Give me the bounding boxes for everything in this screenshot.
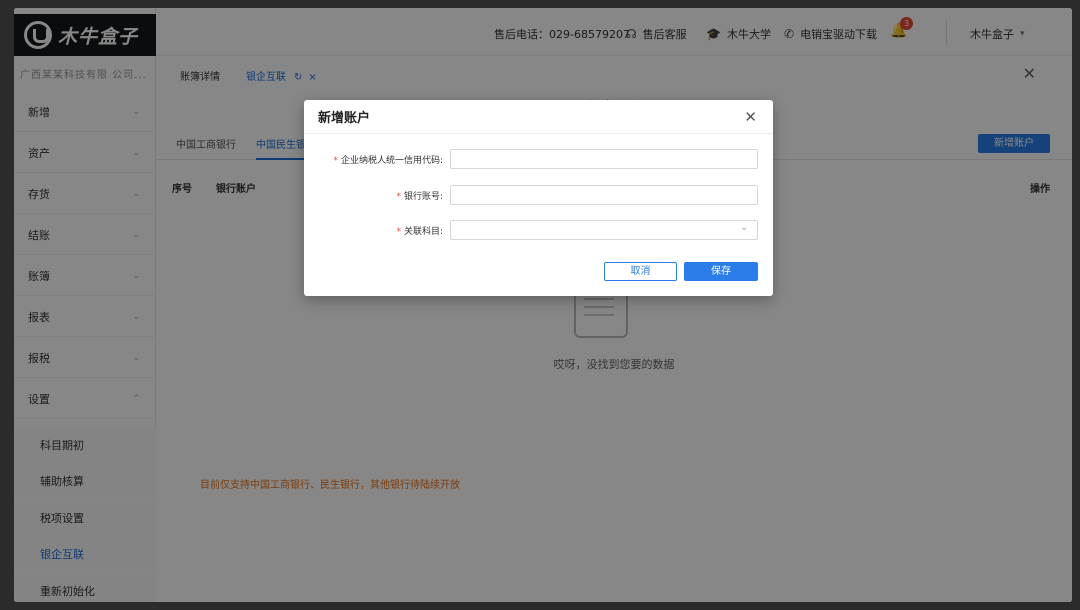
field-label: * 关联科目: xyxy=(396,224,443,237)
app-window: 木牛盒子 广西某某科技有限 公司... 新增 ⌄ 资产 ⌄ 存货 ⌄ 结账 ⌄ 账簿 ⌄ … xyxy=(14,8,1072,602)
required-mark: * xyxy=(396,227,401,237)
field-label-text: 企业纳税人统一信用代码: xyxy=(340,156,443,166)
form-row-credit-code: * 企业纳税人统一信用代码: xyxy=(304,149,773,169)
field-label: * 企业纳税人统一信用代码: xyxy=(333,153,443,166)
bank-account-input[interactable] xyxy=(450,185,758,205)
add-account-dialog: 新增账户 ✕ * 企业纳税人统一信用代码: * 银行账号: * 关联科目: ⌄ 取消 … xyxy=(304,100,773,296)
cancel-button[interactable]: 取消 xyxy=(604,262,677,281)
save-button[interactable]: 保存 xyxy=(684,262,758,281)
chevron-down-icon: ⌄ xyxy=(740,222,749,233)
linked-subject-select[interactable] xyxy=(450,220,758,240)
required-mark: * xyxy=(333,156,338,166)
dialog-title: 新增账户 xyxy=(318,111,371,126)
form-row-bank-account: * 银行账号: xyxy=(304,185,773,205)
field-label-text: 关联科目: xyxy=(403,227,443,237)
dialog-header: 新增账户 ✕ xyxy=(304,100,773,134)
modal-overlay[interactable] xyxy=(14,8,1072,602)
field-label-text: 银行账号: xyxy=(403,192,443,202)
required-mark: * xyxy=(396,192,401,202)
credit-code-input[interactable] xyxy=(450,149,758,169)
field-label: * 银行账号: xyxy=(396,189,443,202)
close-icon[interactable]: ✕ xyxy=(744,108,757,126)
form-row-linked-subject: * 关联科目: ⌄ xyxy=(304,220,773,240)
